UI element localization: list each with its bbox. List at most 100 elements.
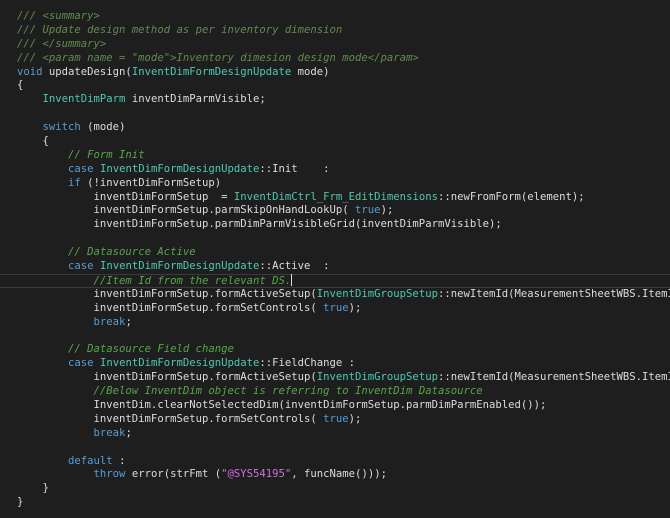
plain-token: ); bbox=[348, 412, 362, 425]
plain-token: } bbox=[17, 496, 24, 509]
code-line[interactable] bbox=[17, 107, 670, 121]
code-line[interactable]: switch (mode) bbox=[17, 121, 670, 135]
code-line[interactable]: void updateDesign(InventDimFormDesignUpd… bbox=[17, 66, 670, 80]
keyword-token: throw bbox=[93, 468, 126, 481]
plain-token: (!inventDimFormSetup) bbox=[80, 176, 222, 189]
keyword-token: default bbox=[68, 454, 113, 467]
plain-token: error(strFmt ( bbox=[125, 468, 222, 481]
code-line[interactable]: inventDimFormSetup.formSetControls( true… bbox=[17, 302, 670, 316]
code-line[interactable]: break; bbox=[17, 316, 670, 330]
code-line[interactable]: /// </summary> bbox=[17, 38, 670, 52]
plain-token: ::FieldChange : bbox=[259, 357, 356, 370]
code-line[interactable]: { bbox=[17, 79, 670, 93]
code-line[interactable]: // Datasource Field change bbox=[17, 343, 670, 357]
code-line[interactable]: break; bbox=[17, 427, 670, 441]
code-line[interactable]: inventDimFormSetup.parmDimParmVisibleGri… bbox=[17, 218, 670, 232]
type-token: InventDimGroupSetup bbox=[316, 287, 438, 300]
code-line[interactable] bbox=[17, 329, 670, 343]
code-line[interactable]: { bbox=[17, 135, 670, 149]
text-caret bbox=[291, 273, 293, 286]
keyword-token: case bbox=[68, 162, 94, 175]
code-line[interactable]: default : bbox=[17, 455, 670, 469]
code-line[interactable] bbox=[17, 232, 670, 246]
plain-token: mode) bbox=[291, 65, 330, 78]
code-line[interactable]: //Item Id from the relevant DS. bbox=[17, 273, 670, 288]
comment-token: // Form Init bbox=[68, 148, 145, 161]
doc-token: /// <summary> bbox=[17, 10, 100, 22]
keyword-token: void bbox=[17, 65, 43, 78]
type-token: InventDimFormDesignUpdate bbox=[99, 162, 260, 175]
type-token: InventDimFormDesignUpdate bbox=[99, 357, 260, 370]
code-line[interactable] bbox=[17, 441, 670, 455]
code-line[interactable]: case InventDimFormDesignUpdate::Active : bbox=[17, 260, 670, 274]
comment-token: //Item Id from the relevant DS. bbox=[93, 274, 292, 287]
plain-token: ::newItemId(MeasurementSheetWBS.ItemId))… bbox=[437, 371, 670, 384]
plain-token: inventDimParmVisible; bbox=[125, 93, 266, 106]
code-editor[interactable]: /// <summary> /// Update design method as… bbox=[0, 0, 670, 518]
code-line[interactable]: inventDimFormSetup.formActiveSetup(Inven… bbox=[17, 371, 670, 385]
keyword-token: case bbox=[68, 260, 94, 273]
keyword-token: if bbox=[68, 176, 81, 189]
plain-token: inventDimFormSetup.formSetControls( bbox=[17, 301, 324, 314]
code-line[interactable]: inventDimFormSetup.parmSkipOnHandLookUp(… bbox=[17, 204, 670, 218]
type-token: InventDimGroupSetup bbox=[316, 371, 438, 384]
code-line[interactable]: inventDimFormSetup.formSetControls( true… bbox=[17, 413, 670, 427]
code-line[interactable]: case InventDimFormDesignUpdate::Init : bbox=[17, 163, 670, 177]
code-line[interactable]: /// Update design method as per inventor… bbox=[17, 24, 670, 38]
keyword-token: break bbox=[93, 426, 126, 439]
plain-token: inventDimFormSetup.parmDimParmVisibleGri… bbox=[17, 218, 502, 231]
keyword-token: break bbox=[93, 315, 126, 328]
plain-token: inventDimFormSetup.formActiveSetup( bbox=[17, 371, 317, 384]
keyword-token: true bbox=[323, 301, 349, 314]
plain-token: inventDimFormSetup = bbox=[17, 190, 234, 203]
keyword-token: true bbox=[355, 204, 381, 217]
keyword-token: case bbox=[68, 357, 94, 370]
code-line[interactable]: InventDim.clearNotSelectedDim(inventDimF… bbox=[17, 399, 670, 413]
plain-token: ; bbox=[125, 426, 132, 439]
plain-token: inventDimFormSetup.formActiveSetup( bbox=[17, 287, 317, 300]
code-lines[interactable]: /// <summary> /// Update design method as… bbox=[17, 10, 670, 510]
comment-token: // Datasource Field change bbox=[68, 343, 234, 356]
plain-token: , funcName())); bbox=[291, 468, 387, 481]
plain-token: InventDim.clearNotSelectedDim(inventDimF… bbox=[17, 398, 547, 411]
code-line[interactable]: /// <summary> bbox=[17, 10, 670, 24]
plain-token: updateDesign( bbox=[42, 65, 132, 78]
comment-token: // Datasource Active bbox=[68, 246, 196, 259]
type-token: InventDimParm bbox=[42, 93, 126, 106]
code-line[interactable]: //Below InventDim object is referring to… bbox=[17, 385, 670, 399]
code-line[interactable]: /// <param name = "mode">Inventory dimes… bbox=[17, 52, 670, 66]
code-line[interactable]: if (!inventDimFormSetup) bbox=[17, 177, 670, 191]
code-line[interactable]: } bbox=[17, 482, 670, 496]
code-line[interactable]: inventDimFormSetup.formActiveSetup(Inven… bbox=[17, 288, 670, 302]
code-line[interactable]: // Form Init bbox=[17, 149, 670, 163]
plain-token: ::newItemId(MeasurementSheetWBS.ItemId))… bbox=[437, 287, 670, 300]
plain-token: ); bbox=[380, 204, 394, 217]
plain-token: ::newFromForm(element); bbox=[437, 190, 585, 203]
code-line[interactable]: // Datasource Active bbox=[17, 246, 670, 260]
comment-token: //Below InventDim object is referring to… bbox=[93, 385, 483, 398]
code-line[interactable]: InventDimParm inventDimParmVisible; bbox=[17, 93, 670, 107]
code-line[interactable]: throw error(strFmt ("@SYS54195", funcNam… bbox=[17, 468, 670, 482]
code-line[interactable]: inventDimFormSetup = InventDimCtrl_Frm_E… bbox=[17, 191, 670, 205]
code-line[interactable]: case InventDimFormDesignUpdate::FieldCha… bbox=[17, 357, 670, 371]
plain-token: ); bbox=[348, 301, 362, 314]
code-line[interactable]: } bbox=[17, 496, 670, 510]
type-token: InventDimCtrl_Frm_EditDimensions bbox=[233, 190, 438, 203]
macro-token: "@SYS54195" bbox=[221, 468, 292, 481]
keyword-token: switch bbox=[42, 121, 81, 134]
doc-token: /// </summary> bbox=[17, 37, 107, 50]
plain-token: inventDimFormSetup.parmSkipOnHandLookUp( bbox=[17, 204, 356, 217]
